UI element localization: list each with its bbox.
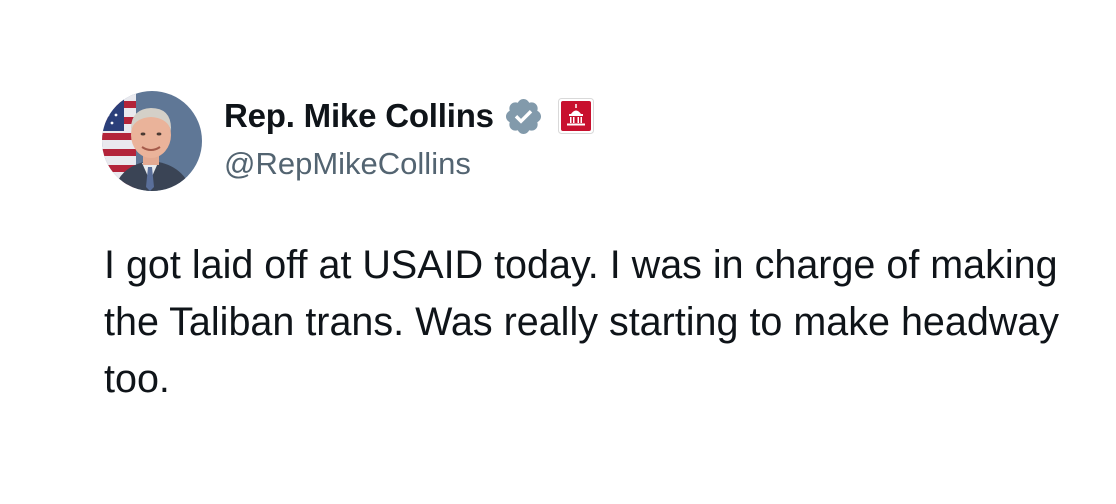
author-name-row: Rep. Mike Collins: [224, 96, 594, 136]
verified-badge-icon: [503, 96, 544, 137]
author-handle[interactable]: @RepMikeCollins: [224, 146, 471, 182]
us-capitol-affiliation-icon[interactable]: [557, 98, 594, 134]
avatar-image: [102, 91, 202, 191]
tweet-text: I got laid off at USAID today. I was in …: [104, 243, 1060, 401]
display-name[interactable]: Rep. Mike Collins: [224, 97, 494, 135]
tweet[interactable]: Rep. Mike Collins @RepMikeCollins I got …: [0, 0, 1116, 504]
avatar[interactable]: [102, 91, 202, 191]
